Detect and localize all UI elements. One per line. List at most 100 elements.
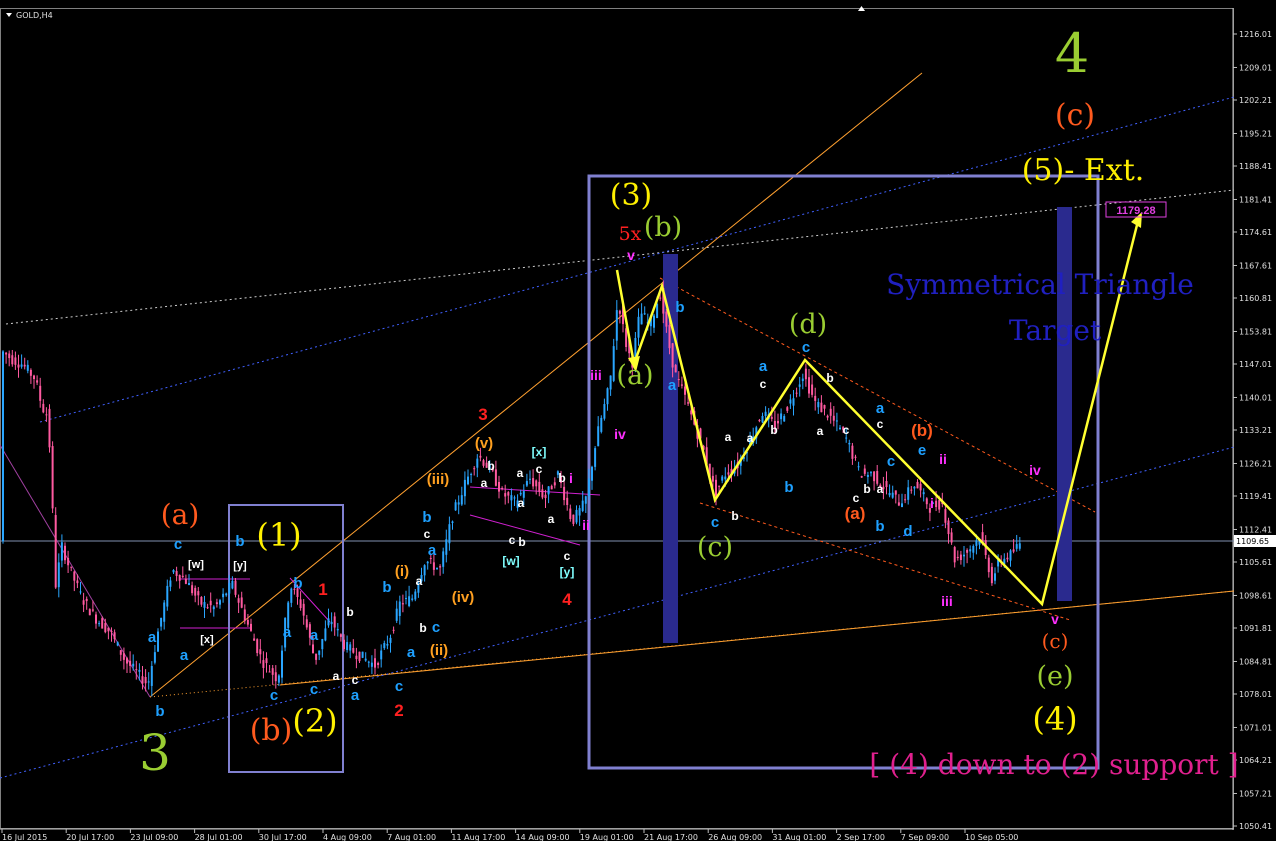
candle-body	[26, 364, 29, 371]
candle-body	[82, 600, 85, 605]
candle-body	[870, 472, 872, 474]
wave-label: b	[293, 575, 302, 592]
y-tick-label: 1209.01	[1239, 63, 1272, 72]
candle-body	[243, 609, 246, 621]
candle-body	[532, 478, 535, 487]
wave-label: (a)	[616, 360, 653, 391]
candle-body	[42, 403, 45, 413]
wave-label: d	[903, 523, 912, 540]
candle-body	[792, 398, 795, 406]
candle-body	[597, 426, 600, 447]
target-subtitle: Target	[1009, 314, 1102, 347]
candle-body	[770, 416, 773, 419]
candle-body	[969, 549, 972, 552]
candle-body	[677, 379, 680, 381]
candle-body	[324, 628, 327, 641]
candle-body	[67, 558, 70, 566]
candle-body	[591, 466, 593, 481]
wave-label: a	[668, 377, 677, 394]
candle-body	[550, 485, 553, 490]
candle-body	[57, 562, 60, 588]
candle-body	[656, 303, 659, 319]
wave-label: c	[270, 687, 278, 704]
candle-body	[101, 618, 104, 629]
wave-label: (b)	[644, 212, 682, 243]
candle-body	[916, 481, 919, 489]
candle-body	[795, 392, 798, 394]
wave-label: c	[509, 533, 516, 547]
candle-body	[395, 608, 398, 621]
wave-label: v	[1051, 611, 1059, 627]
chart-menu-icon[interactable]	[6, 13, 12, 17]
x-tick-label: 31 Aug 01:00	[772, 833, 826, 841]
wave-label: iv	[1029, 462, 1041, 478]
candle-body	[271, 668, 274, 675]
candle-body	[349, 644, 352, 651]
candle-body	[138, 669, 141, 672]
candle-body	[680, 384, 683, 386]
candle-body	[953, 547, 956, 563]
candle-body	[135, 669, 138, 671]
candle-body	[157, 631, 159, 652]
candle-body	[944, 509, 947, 523]
candle-body	[147, 681, 150, 683]
wave-label: c	[887, 453, 895, 470]
x-tick-label: 16 Jul 2015	[2, 833, 47, 841]
candle-body	[653, 315, 655, 328]
wave-label: (c)	[697, 532, 733, 563]
candle-body	[401, 603, 404, 605]
candle-body	[262, 660, 265, 668]
support-note: [ (4) down to (2) support ]	[869, 748, 1238, 781]
candle-body	[215, 602, 218, 605]
wave-label: a	[283, 624, 292, 641]
candle-body	[544, 494, 547, 499]
wave-label: a	[351, 687, 360, 704]
wave-label: a	[333, 669, 340, 683]
wave-label: c	[174, 536, 182, 553]
candle-body	[321, 639, 324, 650]
candle-body	[2, 351, 4, 542]
candle-body	[113, 632, 116, 640]
candle-body	[256, 639, 259, 654]
candle-body	[476, 458, 479, 468]
candle-body	[801, 378, 804, 382]
candle-body	[398, 601, 401, 617]
candle-body	[780, 413, 783, 420]
candle-body	[380, 650, 383, 660]
candle-body	[194, 587, 197, 596]
candle-body	[479, 455, 482, 458]
candle-body	[405, 597, 407, 599]
x-tick-label: 7 Aug 01:00	[387, 833, 436, 841]
candle-body	[126, 658, 128, 664]
candle-body	[200, 596, 203, 605]
candle-body	[231, 580, 234, 589]
candle-body	[494, 469, 497, 486]
candle-body	[572, 514, 575, 524]
candle-body	[150, 665, 153, 686]
candle-body	[219, 600, 221, 605]
candle-body	[451, 521, 454, 523]
wave-label: a	[517, 466, 524, 480]
candle-body	[938, 500, 941, 510]
y-tick-label: 1195.21	[1239, 129, 1272, 138]
x-tick-label: 28 Jul 01:00	[195, 833, 243, 841]
candle-body	[1009, 550, 1012, 561]
candle-body	[854, 456, 857, 458]
candle-body	[88, 609, 91, 616]
candle-body	[206, 607, 209, 609]
wave-label: (5)- Ext.	[1022, 153, 1145, 188]
candle-body	[463, 479, 466, 497]
candle-body	[547, 486, 550, 495]
candle-body	[913, 486, 916, 489]
candle-body	[212, 606, 215, 610]
candle-body	[721, 476, 724, 481]
candle-body	[302, 603, 305, 616]
candle-body	[587, 478, 590, 497]
candle-body	[888, 493, 891, 496]
candle-body	[259, 649, 262, 655]
candle-body	[172, 570, 175, 573]
candle-body	[519, 492, 522, 495]
wave-label: a	[876, 400, 885, 417]
wave-label: b	[419, 621, 426, 635]
candle-body	[609, 375, 612, 390]
